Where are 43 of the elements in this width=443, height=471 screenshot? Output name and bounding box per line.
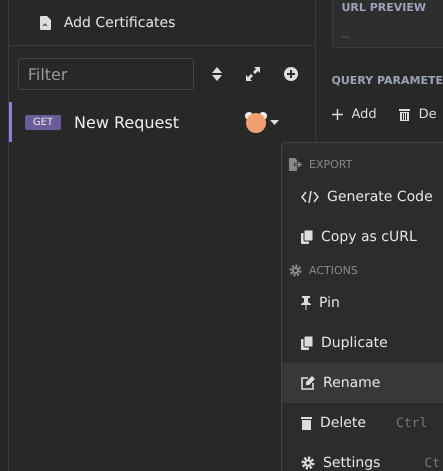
section-title: URL PREVIEW xyxy=(342,1,428,14)
menu-item-label: Pin xyxy=(319,295,340,311)
menu-item-label: Copy as cURL xyxy=(321,229,417,245)
export-icon xyxy=(289,158,302,170)
expand-icon[interactable] xyxy=(246,67,260,81)
menu-item[interactable]: Duplicate xyxy=(282,323,443,363)
request-name: New Request xyxy=(74,112,180,132)
delete-button[interactable]: De xyxy=(398,107,437,122)
menu-item[interactable]: Settings Ct xyxy=(282,443,443,471)
filter-field[interactable]: Filter xyxy=(18,58,194,90)
pin-icon xyxy=(301,296,311,310)
shortcut-text: Ct xyxy=(424,456,440,470)
menu-item-label: Generate Code xyxy=(327,189,433,205)
menu-item[interactable]: Pin xyxy=(282,283,443,323)
copy-icon xyxy=(301,230,313,244)
shortcut-text: Ctrl xyxy=(396,416,428,430)
code-icon xyxy=(301,191,319,203)
menu-item-label: Delete xyxy=(320,415,366,431)
menu-item-label: Rename xyxy=(323,375,380,391)
url-preview-text: -- xyxy=(342,30,350,43)
gear-icon xyxy=(289,264,302,276)
menu-section-label: ACTIONS xyxy=(309,264,358,276)
caret-icon[interactable] xyxy=(270,120,280,124)
trash-icon xyxy=(398,108,410,121)
menu-item-label: Duplicate xyxy=(321,335,388,351)
request-item[interactable]: GET New Request xyxy=(8,102,314,142)
add-certificates-link[interactable]: Add Certificates xyxy=(64,14,176,30)
add-button[interactable]: Add xyxy=(332,107,377,122)
menu-item[interactable]: Copy as cURL xyxy=(282,217,443,257)
menu-item[interactable]: Rename xyxy=(282,363,443,403)
section-title: QUERY PARAMETE xyxy=(332,74,443,87)
sort-icon[interactable] xyxy=(212,67,222,81)
add-icon[interactable] xyxy=(284,67,298,81)
edit-icon xyxy=(301,376,315,390)
menu-item[interactable]: Delete Ctrl xyxy=(282,403,443,443)
plus-icon xyxy=(332,109,342,120)
menu-item[interactable]: Generate Code xyxy=(282,177,443,217)
copy-icon xyxy=(301,336,313,350)
certificate-icon xyxy=(40,16,51,30)
menu-section-label: EXPORT xyxy=(309,158,352,170)
method-badge: GET xyxy=(24,114,62,130)
trash-icon xyxy=(301,416,312,430)
menu-item-label: Settings xyxy=(323,455,380,471)
